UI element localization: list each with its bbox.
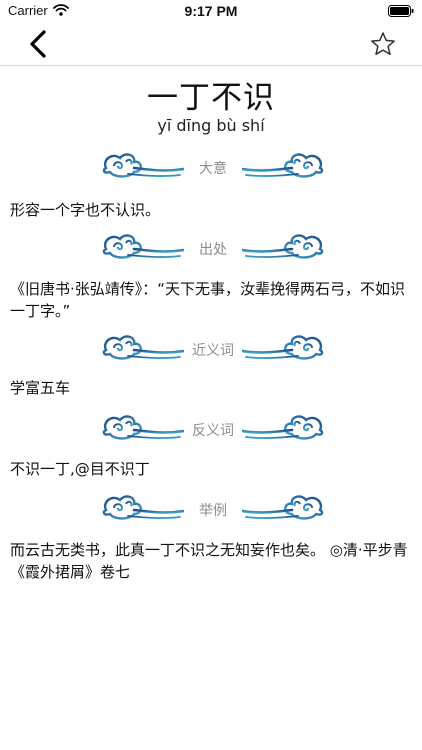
cloud-ornament-icon [242, 415, 324, 440]
section-header-synonyms: 近义词 [0, 330, 422, 366]
chevron-left-icon[interactable] [26, 29, 50, 59]
star-outline-icon[interactable] [370, 31, 396, 57]
synonyms-text: 学富五车 [10, 379, 71, 397]
section-label-antonyms: 反义词 [192, 423, 234, 439]
battery-icon [388, 5, 414, 17]
idiom-title: 一丁不识 [147, 80, 275, 116]
cloud-ornament-icon [102, 335, 184, 360]
antonyms-text: 不识一丁,@目不识丁 [10, 460, 150, 478]
cloud-ornament-icon [102, 153, 184, 178]
section-label-meaning: 大意 [199, 161, 227, 177]
cloud-ornament-icon [242, 335, 324, 360]
cloud-ornament-icon [242, 153, 324, 178]
cloud-ornament-icon [242, 495, 324, 520]
section-label-synonyms: 近义词 [192, 343, 234, 359]
cloud-ornament-icon [242, 234, 324, 259]
section-header-antonyms: 反义词 [0, 410, 422, 446]
section-header-example: 举例 [0, 490, 422, 526]
status-bar: Carrier 9:17 PM [0, 0, 422, 22]
example-text: 而云古无类书，此真一丁不识之无知妄作也矣。 ◎清·平步青《霞外捃屑》卷七 [10, 541, 408, 581]
section-header-source: 出处 [0, 229, 422, 265]
section-label-example: 举例 [199, 503, 227, 519]
cloud-ornament-icon [102, 415, 184, 440]
section-header-meaning: 大意 [0, 148, 422, 184]
section-label-source: 出处 [199, 242, 227, 258]
cloud-ornament-icon [102, 495, 184, 520]
idiom-pinyin: yī dīng bù shí [157, 116, 265, 135]
navigation-bar [0, 22, 422, 66]
cloud-ornament-icon [102, 234, 184, 259]
clock: 9:17 PM [184, 3, 238, 19]
meaning-text: 形容一个字也不认识。 [10, 201, 161, 219]
source-text: 《旧唐书·张弘靖传》：“天下无事，汝辈挽得两石弓，不如识一丁字。” [10, 280, 406, 320]
